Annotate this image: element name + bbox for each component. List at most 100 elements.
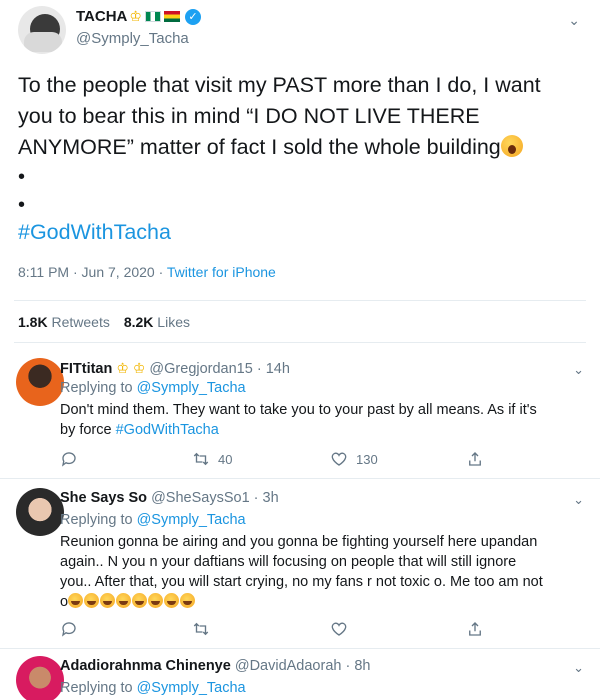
reply-button[interactable] xyxy=(60,450,78,468)
display-name[interactable]: She Says So xyxy=(60,490,147,506)
reply-header: FITtitan ♔ ♔ @Gregjordan15 · 14h xyxy=(60,360,290,377)
likes-stat[interactable]: 8.2K Likes xyxy=(124,314,190,330)
divider xyxy=(14,342,586,343)
crown-emoji-icon: ♔ ♔ xyxy=(116,360,146,376)
reply-tweet[interactable]: FITtitan ♔ ♔ @Gregjordan15 · 14h ⌄ Reply… xyxy=(0,356,600,476)
verified-badge-icon: ✓ xyxy=(184,8,201,25)
handle[interactable]: @SheSaysSo1 · 3h xyxy=(151,490,279,506)
tweet-text-line: you to bear this in mind “I DO NOT LIVE … xyxy=(18,104,480,128)
replying-to-link[interactable]: @Symply_Tacha xyxy=(137,680,246,696)
bullet: • xyxy=(18,194,26,216)
replying-to: Replying to @Symply_Tacha xyxy=(60,512,246,528)
reply-text: Don't mind them. They want to take you t… xyxy=(60,400,570,440)
bullet: • xyxy=(18,166,26,188)
share-icon xyxy=(469,622,481,636)
avatar[interactable] xyxy=(16,656,64,700)
retweets-label: Retweets xyxy=(51,314,110,330)
laughing-emoji-icon xyxy=(100,593,116,608)
display-name-text: TACHA xyxy=(76,8,128,25)
divider xyxy=(0,478,600,479)
heart-icon xyxy=(331,622,347,636)
reply-header: She Says So @SheSaysSo1 · 3h xyxy=(60,490,279,506)
display-name[interactable]: Adadiorahnma Chinenye xyxy=(60,658,231,674)
retweet-button[interactable] xyxy=(192,620,218,638)
tweet-text: To the people that visit my PAST more th… xyxy=(18,70,578,219)
like-button[interactable] xyxy=(330,620,356,638)
retweets-stat[interactable]: 1.8K Retweets xyxy=(18,314,110,330)
replying-to-link[interactable]: @Symply_Tacha xyxy=(137,512,246,528)
tweet-meta: 8:11 PM · Jun 7, 2020 · Twitter for iPho… xyxy=(18,264,276,280)
hashtag-link[interactable]: #GodWithTacha xyxy=(18,220,171,245)
retweet-icon xyxy=(193,622,209,636)
replying-label: Replying to xyxy=(60,380,137,396)
reply-bubble-icon xyxy=(61,452,76,467)
avatar[interactable] xyxy=(16,358,64,406)
action-bar xyxy=(60,620,500,640)
laughing-emoji-icon xyxy=(68,593,84,608)
retweets-count: 1.8K xyxy=(18,314,48,330)
tweet-stats: 1.8K Retweets 8.2K Likes xyxy=(18,314,190,330)
source-link[interactable]: Twitter for iPhone xyxy=(167,264,276,280)
handle[interactable]: @Gregjordan15 · 14h xyxy=(149,361,289,377)
laughing-emoji-icon xyxy=(132,593,148,608)
share-button[interactable] xyxy=(466,620,484,638)
laughing-emoji-icon xyxy=(116,593,132,608)
tweet-text-line: To the people that visit my PAST more th… xyxy=(18,73,541,97)
reply-text-line: by force #GodWithTacha xyxy=(60,420,570,440)
replying-to-link[interactable]: @Symply_Tacha xyxy=(137,380,246,396)
timestamp[interactable]: 8:11 PM · Jun 7, 2020 · xyxy=(18,264,167,280)
replying-label: Replying to xyxy=(60,512,137,528)
ghana-flag-icon xyxy=(163,11,180,22)
crown-emoji-icon: ♔ xyxy=(129,8,142,24)
reply-tweet[interactable]: She Says So @SheSaysSo1 · 3h ⌄ Replying … xyxy=(0,486,600,646)
divider xyxy=(0,648,600,649)
reply-bubble-icon xyxy=(61,622,76,637)
reply-text-line: again.. N you n your daftians will focus… xyxy=(60,554,517,570)
handle[interactable]: @Symply_Tacha xyxy=(76,30,189,47)
reply-text-line: Don't mind them. They want to take you t… xyxy=(60,402,537,418)
chevron-down-icon[interactable]: ⌄ xyxy=(573,492,584,508)
retweet-count: 40 xyxy=(218,451,233,467)
likes-label: Likes xyxy=(157,314,190,330)
share-button[interactable] xyxy=(466,450,484,468)
share-icon xyxy=(469,452,481,466)
replying-to: Replying to @Symply_Tacha xyxy=(60,680,246,696)
laughing-emoji-icon xyxy=(84,593,100,608)
replying-label: Replying to xyxy=(60,680,137,696)
nigeria-flag-icon xyxy=(144,11,161,22)
chevron-down-icon[interactable]: ⌄ xyxy=(573,660,584,676)
handle[interactable]: @DavidAdaorah · 8h xyxy=(235,658,371,674)
divider xyxy=(14,300,586,301)
laughing-emoji-icon xyxy=(164,593,180,608)
tweet-header: TACHA ♔ ✓ @Symply_Tacha ⌄ xyxy=(14,4,586,56)
retweet-icon xyxy=(193,452,209,466)
reply-tweet[interactable]: Adadiorahnma Chinenye @DavidAdaorah · 8h… xyxy=(0,654,600,700)
tweet-text-line: ANYMORE” matter of fact I sold the whole… xyxy=(18,132,578,163)
reply-text-line: o xyxy=(60,592,570,612)
avatar[interactable] xyxy=(18,6,66,54)
reply-text-line: you.. After that, you will start crying,… xyxy=(60,574,543,590)
likes-count: 8.2K xyxy=(123,314,154,330)
laughing-emoji-icon xyxy=(180,593,196,608)
avatar-figure-body xyxy=(24,32,62,52)
replying-to: Replying to @Symply_Tacha xyxy=(60,380,246,396)
chevron-down-icon[interactable]: ⌄ xyxy=(573,362,584,378)
heart-icon xyxy=(331,452,347,466)
display-name[interactable]: TACHA ♔ ✓ xyxy=(76,8,201,25)
retweet-button[interactable]: 40 xyxy=(192,450,232,468)
yawning-face-emoji-icon xyxy=(500,135,523,157)
reply-text-line: Reunion gonna be airing and you gonna be… xyxy=(60,534,538,550)
like-button[interactable]: 130 xyxy=(330,450,378,468)
chevron-down-icon[interactable]: ⌄ xyxy=(568,12,580,29)
avatar[interactable] xyxy=(16,488,64,536)
reply-text: Reunion gonna be airing and you gonna be… xyxy=(60,532,570,612)
reply-header: Adadiorahnma Chinenye @DavidAdaorah · 8h xyxy=(60,658,370,674)
laughing-emoji-icon xyxy=(148,593,164,608)
tweet-text-segment: ANYMORE” matter of fact I sold the whole… xyxy=(18,135,501,159)
reply-button[interactable] xyxy=(60,620,78,638)
hashtag-link[interactable]: #GodWithTacha xyxy=(116,422,219,438)
reply-text-segment: o xyxy=(60,594,69,610)
action-bar: 40 130 xyxy=(60,450,500,470)
reply-text-segment: by force xyxy=(60,422,116,438)
display-name[interactable]: FITtitan xyxy=(60,361,112,377)
